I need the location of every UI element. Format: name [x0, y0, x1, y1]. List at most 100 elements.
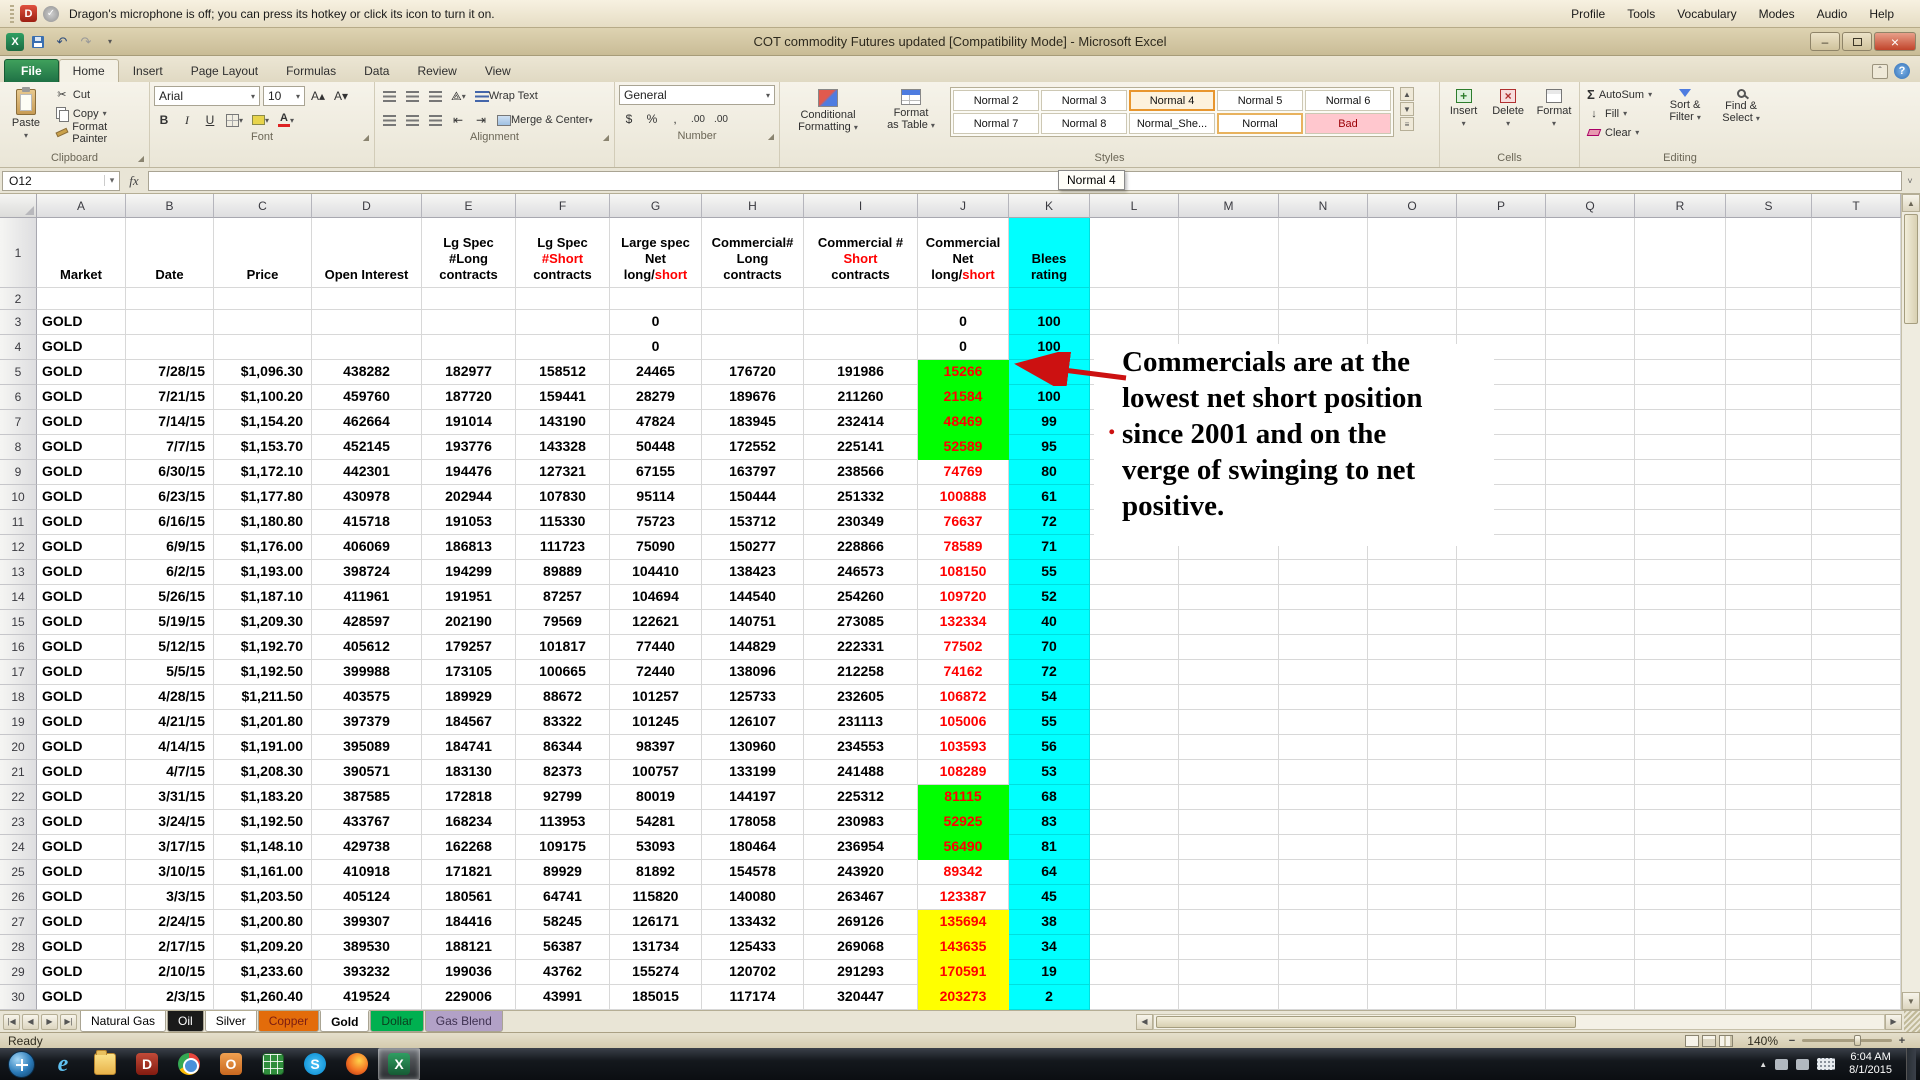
row-header-10[interactable]: 10: [0, 485, 37, 510]
chrome-taskbar-button[interactable]: [168, 1048, 210, 1080]
cell-D9[interactable]: 442301: [312, 460, 422, 485]
cell-F5[interactable]: 158512: [516, 360, 610, 385]
cell-B18[interactable]: 4/28/15: [126, 685, 214, 710]
cell-B29[interactable]: 2/10/15: [126, 960, 214, 985]
column-header-L[interactable]: L: [1090, 194, 1179, 218]
cell-G1[interactable]: Large specNetlong/short: [610, 218, 702, 288]
annotation-text-box[interactable]: . Commercials are at thelowest net short…: [1094, 344, 1494, 546]
increase-decimal-button[interactable]: .00: [688, 109, 708, 129]
cell-L20[interactable]: [1090, 735, 1179, 760]
cell-H3[interactable]: [702, 310, 804, 335]
cell-D13[interactable]: 398724: [312, 560, 422, 585]
cell-M29[interactable]: [1179, 960, 1279, 985]
cell-K30[interactable]: 2: [1009, 985, 1090, 1010]
number-dialog-launcher[interactable]: ◢: [768, 132, 774, 141]
cell-E25[interactable]: 171821: [422, 860, 516, 885]
cell-A25[interactable]: GOLD: [37, 860, 126, 885]
cell-D1[interactable]: Open Interest: [312, 218, 422, 288]
cell-D4[interactable]: [312, 335, 422, 360]
cell-B21[interactable]: 4/7/15: [126, 760, 214, 785]
cell-B20[interactable]: 4/14/15: [126, 735, 214, 760]
cell-B7[interactable]: 7/14/15: [126, 410, 214, 435]
row-header-6[interactable]: 6: [0, 385, 37, 410]
cell-R6[interactable]: [1635, 385, 1726, 410]
row-header-4[interactable]: 4: [0, 335, 37, 360]
cell-Q1[interactable]: [1546, 218, 1635, 288]
cell-P22[interactable]: [1457, 785, 1546, 810]
cell-A8[interactable]: GOLD: [37, 435, 126, 460]
cell-T11[interactable]: [1812, 510, 1901, 535]
cell-L26[interactable]: [1090, 885, 1179, 910]
cell-T24[interactable]: [1812, 835, 1901, 860]
cell-D11[interactable]: 415718: [312, 510, 422, 535]
cell-H20[interactable]: 130960: [702, 735, 804, 760]
cell-B28[interactable]: 2/17/15: [126, 935, 214, 960]
cell-E18[interactable]: 189929: [422, 685, 516, 710]
cell-S26[interactable]: [1726, 885, 1812, 910]
cell-J27[interactable]: 135694: [918, 910, 1009, 935]
cell-O25[interactable]: [1368, 860, 1457, 885]
column-header-D[interactable]: D: [312, 194, 422, 218]
cell-B5[interactable]: 7/28/15: [126, 360, 214, 385]
cell-T17[interactable]: [1812, 660, 1901, 685]
cell-E2[interactable]: [422, 288, 516, 310]
cell-style-normal-3[interactable]: Normal 3: [1041, 90, 1127, 111]
cell-D20[interactable]: 395089: [312, 735, 422, 760]
alignment-dialog-launcher[interactable]: ◢: [603, 133, 609, 142]
cell-E1[interactable]: Lg Spec#Longcontracts: [422, 218, 516, 288]
cell-P19[interactable]: [1457, 710, 1546, 735]
row-header-25[interactable]: 25: [0, 860, 37, 885]
calculator-taskbar-button[interactable]: [252, 1048, 294, 1080]
cell-B8[interactable]: 7/7/15: [126, 435, 214, 460]
cell-J6[interactable]: 21584: [918, 385, 1009, 410]
zoom-slider-knob[interactable]: [1854, 1035, 1861, 1046]
cell-B27[interactable]: 2/24/15: [126, 910, 214, 935]
font-dialog-launcher[interactable]: ◢: [363, 133, 369, 142]
cell-L13[interactable]: [1090, 560, 1179, 585]
column-header-O[interactable]: O: [1368, 194, 1457, 218]
cell-K21[interactable]: 53: [1009, 760, 1090, 785]
cell-style-normal[interactable]: Normal: [1217, 113, 1303, 134]
cell-Q29[interactable]: [1546, 960, 1635, 985]
cell-Q16[interactable]: [1546, 635, 1635, 660]
cell-R7[interactable]: [1635, 410, 1726, 435]
cell-S17[interactable]: [1726, 660, 1812, 685]
cell-R24[interactable]: [1635, 835, 1726, 860]
cell-T29[interactable]: [1812, 960, 1901, 985]
cell-J18[interactable]: 106872: [918, 685, 1009, 710]
cell-I1[interactable]: Commercial #Shortcontracts: [804, 218, 918, 288]
outlook-taskbar-button[interactable]: O: [210, 1048, 252, 1080]
cell-S4[interactable]: [1726, 335, 1812, 360]
cell-L30[interactable]: [1090, 985, 1179, 1010]
cell-E21[interactable]: 183130: [422, 760, 516, 785]
cell-B26[interactable]: 3/3/15: [126, 885, 214, 910]
help-icon[interactable]: ?: [1894, 63, 1910, 79]
cell-S20[interactable]: [1726, 735, 1812, 760]
cell-T27[interactable]: [1812, 910, 1901, 935]
cell-B12[interactable]: 6/9/15: [126, 535, 214, 560]
cell-M22[interactable]: [1179, 785, 1279, 810]
zoom-level[interactable]: 140%: [1747, 1034, 1778, 1048]
align-right-icon[interactable]: [425, 110, 445, 130]
cell-I21[interactable]: 241488: [804, 760, 918, 785]
microphone-status-icon[interactable]: ✓: [43, 6, 59, 22]
cell-R14[interactable]: [1635, 585, 1726, 610]
align-left-icon[interactable]: [379, 110, 399, 130]
cell-S28[interactable]: [1726, 935, 1812, 960]
row-header-11[interactable]: 11: [0, 510, 37, 535]
cell-G23[interactable]: 54281: [610, 810, 702, 835]
cell-B6[interactable]: 7/21/15: [126, 385, 214, 410]
paste-button[interactable]: Paste ▾: [4, 85, 48, 146]
column-header-Q[interactable]: Q: [1546, 194, 1635, 218]
cell-H24[interactable]: 180464: [702, 835, 804, 860]
cell-O23[interactable]: [1368, 810, 1457, 835]
grow-font-icon[interactable]: A▴: [308, 86, 328, 106]
cell-S25[interactable]: [1726, 860, 1812, 885]
cell-S2[interactable]: [1726, 288, 1812, 310]
column-header-S[interactable]: S: [1726, 194, 1812, 218]
cell-A20[interactable]: GOLD: [37, 735, 126, 760]
cell-A26[interactable]: GOLD: [37, 885, 126, 910]
tab-formulas[interactable]: Formulas: [272, 59, 350, 82]
cell-J22[interactable]: 81115: [918, 785, 1009, 810]
cell-F19[interactable]: 83322: [516, 710, 610, 735]
